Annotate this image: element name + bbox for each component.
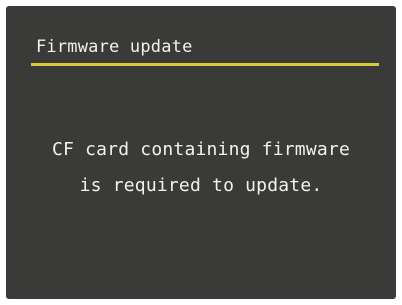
screen-title: Firmware update xyxy=(36,37,193,57)
message-line-1: CF card containing firmware xyxy=(52,139,350,160)
message-line-2: is required to update. xyxy=(79,175,323,196)
firmware-message: CF card containing firmware is required … xyxy=(6,132,396,204)
title-underline xyxy=(31,63,379,66)
camera-lcd-screen: Firmware update CF card containing firmw… xyxy=(6,6,396,299)
